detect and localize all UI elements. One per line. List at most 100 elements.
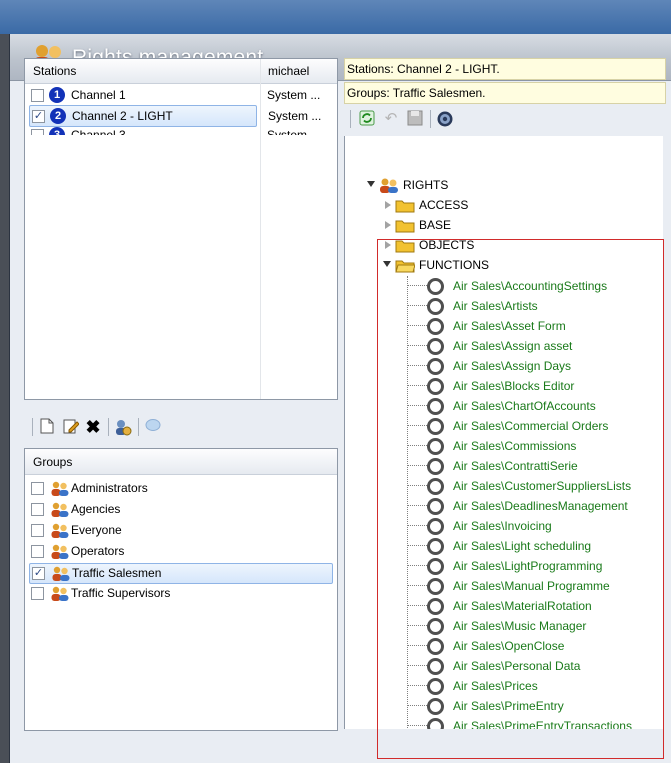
save-icon[interactable] bbox=[406, 110, 424, 128]
function-label: Air Sales\LightProgramming bbox=[453, 559, 603, 573]
refresh-icon[interactable] bbox=[358, 110, 376, 128]
function-label: Air Sales\Asset Form bbox=[453, 319, 566, 333]
function-label: Air Sales\Assign Days bbox=[453, 359, 572, 373]
function-ring-icon bbox=[427, 598, 444, 615]
function-label: Air Sales\Music Manager bbox=[453, 619, 587, 633]
comment-icon[interactable] bbox=[144, 418, 162, 436]
function-ring-icon bbox=[427, 498, 444, 515]
tree-connector-line bbox=[407, 385, 427, 386]
function-label: Air Sales\AccountingSettings bbox=[453, 279, 608, 293]
function-ring-icon bbox=[427, 578, 444, 595]
group-checkbox[interactable] bbox=[31, 503, 44, 516]
station-row[interactable]: ✓ 2 Channel 2 - LIGHT System ... bbox=[29, 105, 321, 127]
group-checkbox[interactable] bbox=[31, 545, 44, 558]
users-group-icon bbox=[52, 566, 70, 581]
station-checkbox[interactable] bbox=[31, 89, 44, 102]
user-settings-icon[interactable] bbox=[114, 418, 132, 436]
station-checkbox[interactable] bbox=[31, 129, 44, 135]
function-label: Air Sales\PrimeEntryTransactions bbox=[453, 719, 632, 729]
function-label: Air Sales\PrimeEntry bbox=[453, 699, 564, 713]
group-row[interactable]: ✓ Traffic Salesmen bbox=[29, 563, 333, 584]
expand-arrow-icon[interactable] bbox=[385, 201, 391, 209]
function-label: Air Sales\CustomerSuppliersLists bbox=[453, 479, 632, 493]
group-row[interactable]: Agencies bbox=[29, 500, 331, 519]
function-label: Air Sales\Commercial Orders bbox=[453, 419, 609, 433]
group-row[interactable]: Operators bbox=[29, 542, 331, 561]
new-document-icon[interactable] bbox=[38, 418, 56, 436]
tree-connector-line bbox=[407, 365, 427, 366]
expand-arrow-icon[interactable] bbox=[385, 221, 391, 229]
group-name: Operators bbox=[71, 544, 125, 558]
undo-icon[interactable]: ↶ bbox=[382, 110, 400, 128]
function-ring-icon bbox=[427, 698, 444, 715]
group-checkbox[interactable] bbox=[31, 482, 44, 495]
function-label: Air Sales\Manual Programme bbox=[453, 579, 610, 593]
station-row[interactable]: 3 Channel 3 System bbox=[29, 125, 333, 135]
settings-gear-icon[interactable] bbox=[436, 110, 454, 128]
groups-list[interactable]: Groups Administrators Agencies Everyone … bbox=[24, 448, 338, 731]
expand-arrow-icon[interactable] bbox=[385, 241, 391, 249]
group-row[interactable]: Administrators bbox=[29, 479, 331, 498]
tree-connector-line bbox=[407, 545, 427, 546]
folder-icon bbox=[395, 220, 415, 233]
delete-icon[interactable]: ✖ bbox=[84, 418, 102, 436]
folder-icon bbox=[395, 260, 415, 273]
collapse-arrow-icon[interactable] bbox=[367, 181, 375, 187]
group-name: Traffic Salesmen bbox=[72, 566, 162, 580]
function-ring-icon bbox=[427, 398, 444, 415]
tree-connector-line bbox=[407, 725, 427, 726]
station-number-icon: 2 bbox=[50, 108, 66, 124]
tree-connector-line bbox=[407, 505, 427, 506]
stations-grid[interactable]: Stations michael 1 Channel 1 System ... ✓ 2 C… bbox=[24, 58, 338, 400]
tree-connector-line bbox=[407, 325, 427, 326]
tree-connector-line bbox=[407, 465, 427, 466]
selected-stations-info: Stations: Channel 2 - LIGHT. bbox=[344, 58, 666, 80]
rights-tree[interactable]: RIGHTS ACCESS BASE OBJECTS FUNCTIONS Air… bbox=[344, 136, 663, 729]
stations-grid-header: Stations michael bbox=[25, 59, 337, 84]
group-checkbox[interactable] bbox=[31, 524, 44, 537]
toolbar-separator bbox=[350, 110, 351, 128]
function-ring-icon bbox=[427, 718, 444, 729]
station-number-icon: 3 bbox=[49, 127, 65, 135]
user-column-header[interactable]: michael bbox=[268, 64, 309, 78]
tree-connector-line bbox=[407, 605, 427, 606]
function-label: Air Sales\Assign asset bbox=[453, 339, 573, 353]
station-row[interactable]: 1 Channel 1 System ... bbox=[29, 85, 333, 105]
tree-connector-line bbox=[407, 685, 427, 686]
function-ring-icon bbox=[427, 378, 444, 395]
group-checkbox[interactable]: ✓ bbox=[32, 567, 45, 580]
tree-folder-label: FUNCTIONS bbox=[419, 258, 489, 272]
tree-connector-line bbox=[407, 705, 427, 706]
collapse-arrow-icon[interactable] bbox=[383, 261, 391, 267]
group-name: Administrators bbox=[71, 481, 148, 495]
group-name: Everyone bbox=[71, 523, 122, 537]
function-ring-icon bbox=[427, 418, 444, 435]
function-ring-icon bbox=[427, 318, 444, 335]
tree-connector-line bbox=[407, 276, 408, 729]
function-ring-icon bbox=[427, 558, 444, 575]
groups-header: Groups bbox=[25, 449, 337, 475]
function-label: Air Sales\DeadlinesManagement bbox=[453, 499, 628, 513]
function-label: Air Sales\MaterialRotation bbox=[453, 599, 592, 613]
tree-root-label: RIGHTS bbox=[403, 178, 449, 192]
tree-connector-line bbox=[407, 445, 427, 446]
group-row[interactable]: Traffic Supervisors bbox=[29, 584, 331, 603]
edit-document-icon[interactable] bbox=[62, 418, 80, 436]
station-checkbox[interactable]: ✓ bbox=[32, 110, 45, 123]
group-checkbox[interactable] bbox=[31, 587, 44, 600]
stations-column-header[interactable]: Stations bbox=[33, 64, 76, 78]
function-ring-icon bbox=[427, 638, 444, 655]
function-ring-icon bbox=[427, 678, 444, 695]
function-ring-icon bbox=[427, 358, 444, 375]
function-label: Air Sales\Commissions bbox=[453, 439, 577, 453]
function-label: Air Sales\ContrattiSerie bbox=[453, 459, 578, 473]
function-label: Air Sales\Personal Data bbox=[453, 659, 581, 673]
group-row[interactable]: Everyone bbox=[29, 521, 331, 540]
column-divider bbox=[260, 59, 261, 399]
function-ring-icon bbox=[427, 618, 444, 635]
groups-column-header[interactable]: Groups bbox=[33, 455, 72, 469]
folder-icon bbox=[395, 200, 415, 213]
function-ring-icon bbox=[427, 438, 444, 455]
users-group-icon bbox=[51, 523, 69, 538]
tree-folder-label: OBJECTS bbox=[419, 238, 475, 252]
